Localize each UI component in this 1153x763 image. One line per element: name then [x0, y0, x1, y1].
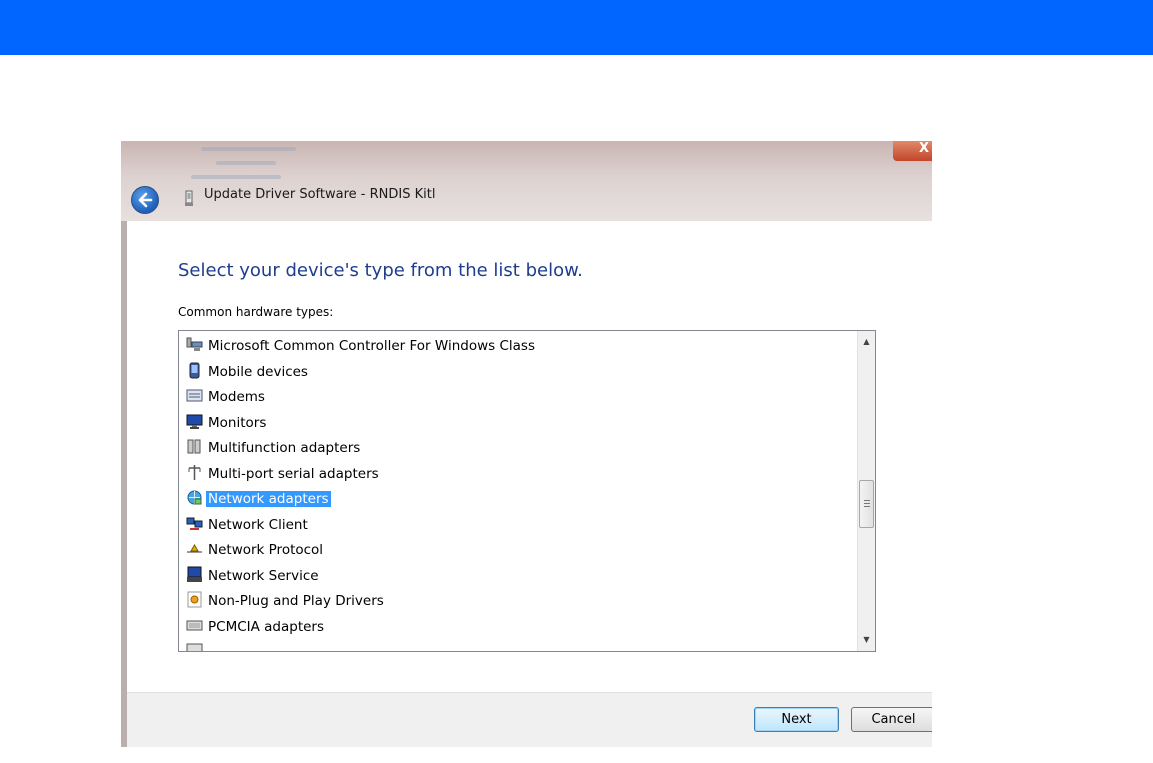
- serial-port-icon: [186, 464, 203, 481]
- list-item[interactable]: Network Client: [186, 515, 310, 536]
- network-adapter-icon: [186, 489, 203, 506]
- blurred-background: [191, 175, 281, 179]
- grip-line: [864, 503, 870, 504]
- item-label: PCMCIA adapters: [208, 619, 325, 635]
- driver-icon: [186, 591, 203, 608]
- item-label: Network Client: [208, 517, 308, 533]
- close-button[interactable]: X: [893, 141, 932, 161]
- vertical-scrollbar[interactable]: ▲ ▼: [857, 331, 875, 651]
- monitor-icon: [186, 413, 203, 430]
- list-item[interactable]: Network Protocol: [186, 540, 325, 561]
- partial-item-icon: [186, 642, 203, 651]
- page-title: Select your device's type from the list …: [178, 260, 583, 281]
- back-arrow-icon: [138, 192, 153, 208]
- item-label: Modems: [208, 389, 265, 405]
- item-label: Multi-port serial adapters: [208, 466, 379, 482]
- item-label: Multifunction adapters: [208, 440, 361, 456]
- item-label: Network Protocol: [208, 542, 324, 558]
- list-item[interactable]: Modems: [186, 387, 267, 408]
- item-label: Monitors: [208, 415, 267, 431]
- device-icon: [185, 190, 193, 206]
- scroll-thumb[interactable]: [859, 480, 874, 528]
- grip-line: [864, 506, 870, 507]
- scroll-up-arrow-icon[interactable]: ▲: [862, 337, 871, 346]
- list-item[interactable]: Network Service: [186, 566, 321, 587]
- list-item[interactable]: Mobile devices: [186, 362, 310, 383]
- item-label: Mobile devices: [208, 364, 308, 380]
- grip-line: [864, 500, 870, 501]
- title-bar: X Update Driver Software - RNDIS Kitl: [121, 141, 932, 221]
- item-label: Network Service: [208, 568, 319, 584]
- list-item-selected[interactable]: Network adapters: [186, 489, 331, 510]
- next-button[interactable]: Next: [754, 707, 839, 732]
- blurred-background: [201, 147, 296, 151]
- item-label: Microsoft Common Controller For Windows …: [208, 338, 535, 354]
- item-label: Non-Plug and Play Drivers: [208, 593, 384, 609]
- multifunction-adapter-icon: [186, 438, 203, 455]
- list-item[interactable]: Multi-port serial adapters: [186, 464, 381, 485]
- controller-icon: [186, 336, 203, 353]
- list-item[interactable]: [186, 642, 206, 651]
- network-service-icon: [186, 566, 203, 583]
- list-item[interactable]: Microsoft Common Controller For Windows …: [186, 336, 537, 357]
- cancel-button[interactable]: Cancel: [851, 707, 932, 732]
- list-item[interactable]: PCMCIA adapters: [186, 617, 326, 638]
- top-banner: [0, 0, 1153, 55]
- list-item[interactable]: Multifunction adapters: [186, 438, 362, 459]
- network-client-icon: [186, 515, 203, 532]
- list-item[interactable]: Monitors: [186, 413, 268, 434]
- modem-icon: [186, 387, 203, 404]
- mobile-device-icon: [186, 362, 203, 379]
- list-label: Common hardware types:: [178, 305, 334, 319]
- window-title: Update Driver Software - RNDIS Kitl: [204, 187, 436, 202]
- back-button[interactable]: [131, 186, 159, 214]
- scroll-down-arrow-icon[interactable]: ▼: [862, 635, 871, 644]
- hardware-type-list[interactable]: Microsoft Common Controller For Windows …: [178, 330, 876, 652]
- blurred-background: [216, 161, 276, 165]
- pcmcia-icon: [186, 617, 203, 634]
- list-item[interactable]: Non-Plug and Play Drivers: [186, 591, 386, 612]
- network-protocol-icon: [186, 540, 203, 557]
- update-driver-dialog: X Update Driver Software - RNDIS Kitl Se…: [121, 141, 932, 747]
- item-label: Network adapters: [206, 491, 331, 507]
